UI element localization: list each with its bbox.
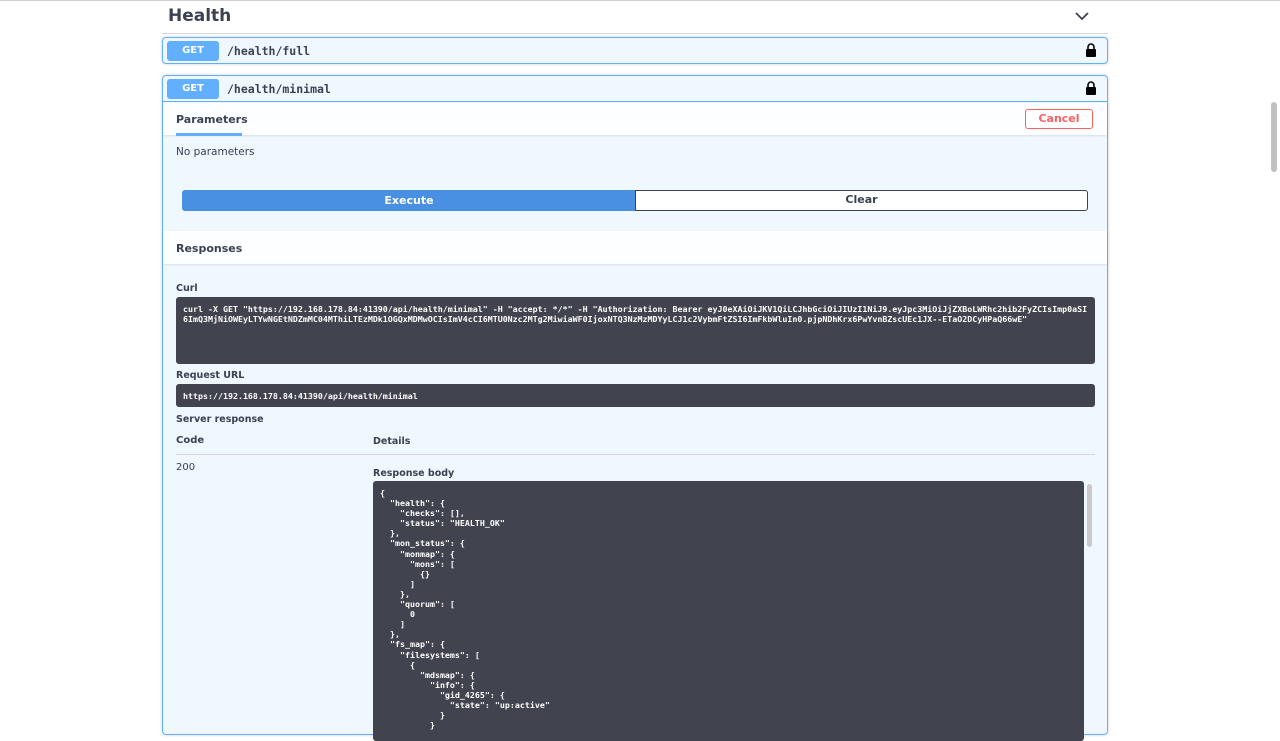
curl-label: Curl [176,283,198,294]
response-body-scrollbar[interactable] [1087,484,1092,547]
responses-header: Responses [163,231,1107,264]
opblock-summary[interactable]: GET /health/minimal [163,76,1107,102]
responses-title: Responses [176,242,243,255]
execute-button[interactable]: Execute [182,190,636,211]
opblock-summary[interactable]: GET /health/full [163,38,1107,64]
cancel-button[interactable]: Cancel [1025,109,1093,129]
code-column-header: Code [176,435,205,446]
server-response-label: Server response [176,414,264,425]
opblock-health-full[interactable]: GET /health/full [162,37,1108,64]
tag-title: Health [168,6,232,26]
method-badge: GET [167,41,219,61]
chevron-down-icon[interactable] [1074,8,1090,24]
tab-parameters[interactable]: Parameters [176,113,248,136]
execute-wrapper: Execute Clear [182,190,1088,211]
details-column-header: Details [373,436,411,447]
response-code: 200 [176,462,196,473]
request-url-label: Request URL [176,370,245,381]
curl-command: curl -X GET "https://192.168.178.84:4139… [176,297,1095,364]
parameters-header: Parameters Cancel [163,103,1107,136]
method-badge: GET [167,79,219,99]
lock-icon[interactable] [1085,81,1097,95]
response-body-label: Response body [373,468,455,479]
divider [373,454,1095,455]
tag-section-header[interactable]: Health [162,0,1108,34]
page-scrollbar[interactable] [1271,102,1277,172]
no-parameters-text: No parameters [176,146,255,158]
request-url: https://192.168.178.84:41390/api/health/… [176,384,1095,407]
opblock-health-minimal: GET /health/minimal Parameters Cancel No… [162,75,1108,741]
lock-icon[interactable] [1085,43,1097,57]
response-body: { "health": { "checks": [], "status": "H… [373,481,1084,741]
endpoint-path: /health/full [227,44,311,58]
endpoint-path: /health/minimal [227,82,331,96]
clear-button[interactable]: Clear [635,190,1088,211]
